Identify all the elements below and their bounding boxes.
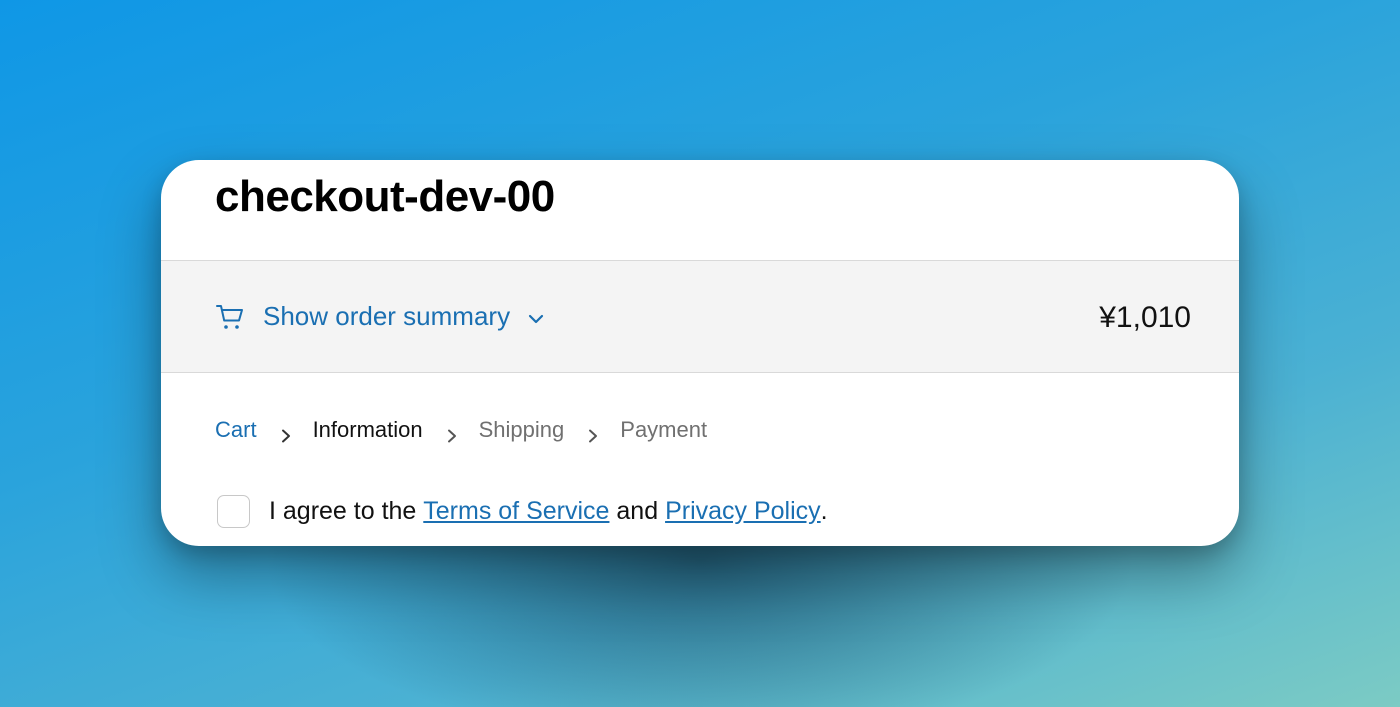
order-total: ¥1,010 xyxy=(1099,301,1191,334)
breadcrumb-payment: Payment xyxy=(620,417,708,442)
checkout-header: checkout-dev-00 xyxy=(161,160,1239,261)
agreement-suffix: . xyxy=(820,497,828,525)
order-summary-bar: Show order summary ¥1,010 xyxy=(161,261,1239,373)
breadcrumb: Cart Information Shipping Payment xyxy=(215,417,707,443)
agree-checkbox[interactable] xyxy=(217,495,250,528)
show-order-summary-button[interactable]: Show order summary xyxy=(215,301,546,332)
store-title: checkout-dev-00 xyxy=(215,172,555,221)
chevron-right-icon xyxy=(586,423,600,443)
chevron-right-icon xyxy=(279,423,293,443)
cart-icon xyxy=(215,302,245,332)
agreement-prefix: I agree to the xyxy=(269,497,424,525)
chevron-down-icon xyxy=(526,309,546,329)
breadcrumb-information: Information xyxy=(312,417,423,442)
order-summary-label: Show order summary xyxy=(263,301,511,331)
checkout-body: Cart Information Shipping Payment I agre… xyxy=(161,373,1239,545)
terms-of-service-link[interactable]: Terms of Service xyxy=(423,497,609,526)
breadcrumb-shipping: Shipping xyxy=(478,417,565,442)
checkout-card: checkout-dev-00 Show order summary ¥1,01… xyxy=(161,160,1239,546)
chevron-right-icon xyxy=(445,423,459,443)
privacy-policy-link[interactable]: Privacy Policy xyxy=(665,497,821,526)
breadcrumb-cart[interactable]: Cart xyxy=(215,417,257,443)
terms-agreement: I agree to the Terms of Service and Priv… xyxy=(217,495,828,528)
agreement-middle: and xyxy=(609,497,666,525)
